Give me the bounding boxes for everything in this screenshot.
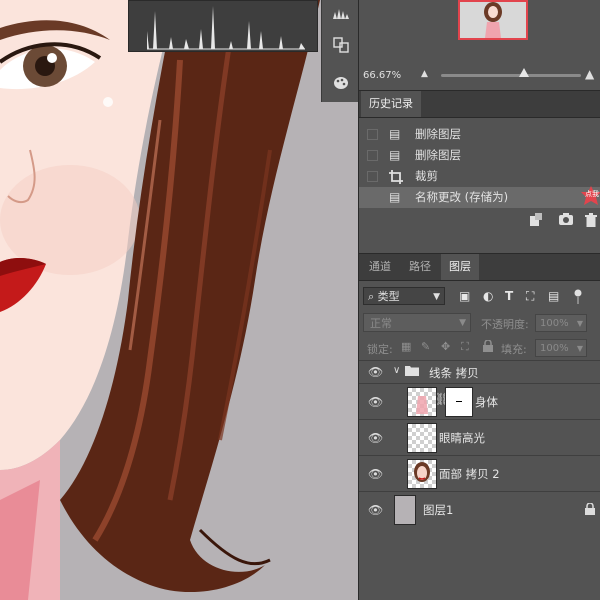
eye-icon[interactable]: 👁 (368, 365, 383, 379)
history-footer (359, 210, 600, 232)
layers-filter-bar: ⌕ 类型 ▼ ▣ ◐ T ⛶ ▤ (359, 283, 600, 309)
eye-icon[interactable]: 👁 (368, 467, 383, 481)
layer-name[interactable]: 图层1 (423, 502, 453, 518)
palette-icon[interactable] (328, 70, 354, 96)
layers-tabbar: 通道 路径 图层 (359, 253, 600, 281)
lock-artboard-icon[interactable]: ⛶ (461, 340, 469, 354)
camera-icon[interactable] (559, 213, 573, 228)
illustration-artwork (0, 0, 320, 600)
layer-name[interactable]: 眼睛高光 (439, 430, 485, 446)
histogram-panel (128, 0, 318, 52)
layer-row[interactable]: 👁 面部 拷贝 2 (359, 455, 600, 492)
blend-mode-select[interactable]: 正常 ▼ (363, 313, 471, 332)
fill-input[interactable]: 100% ▼ (535, 339, 587, 357)
layer-row-masked[interactable]: 👁 ⛓ 身体 (359, 383, 600, 420)
history-checkbox[interactable] (367, 129, 378, 140)
lock-all-icon[interactable] (483, 339, 493, 355)
eye-icon[interactable]: 👁 (368, 503, 383, 517)
layer-thumbnail[interactable] (394, 495, 416, 525)
lock-icon (585, 502, 595, 518)
chevron-down-icon: ▼ (576, 344, 583, 353)
layer-row[interactable]: 👁 眼睛高光 (359, 419, 600, 456)
chevron-down-icon: ▼ (576, 319, 583, 328)
trash-icon[interactable] (585, 213, 597, 230)
layer-thumbnail[interactable] (407, 387, 437, 417)
lock-fill-row: 锁定: ▦ ✎ ✥ ⛶ 填充: 100% ▼ (359, 337, 600, 359)
history-item-selected[interactable]: ▤ 名称更改 (存储为) (359, 187, 600, 208)
layer-name[interactable]: 身体 (475, 394, 498, 410)
folder-icon (405, 365, 419, 379)
eye-icon[interactable]: 👁 (368, 431, 383, 445)
tab-paths[interactable]: 路径 (401, 254, 439, 280)
layer-name[interactable]: 面部 拷贝 2 (439, 466, 500, 482)
layer-name[interactable]: 线条 拷贝 (429, 365, 479, 381)
filter-type-icon[interactable]: T (505, 289, 513, 303)
tab-layers[interactable]: 图层 (441, 254, 479, 280)
lock-paint-icon[interactable]: ✎ (421, 340, 430, 353)
navigator-preview[interactable] (458, 0, 528, 40)
chevron-down-icon[interactable]: ∨ (393, 365, 400, 376)
new-document-from-state-icon[interactable] (529, 213, 543, 230)
red-star-badge: 点我 (581, 186, 600, 206)
history-checkbox[interactable] (367, 150, 378, 161)
tab-history[interactable]: 历史记录 (361, 91, 421, 117)
badge-text: 点我 (585, 190, 599, 198)
histogram-graph (147, 6, 305, 50)
histogram-icon[interactable] (328, 0, 354, 26)
fill-label: 填充: (501, 343, 527, 356)
clone-source-icon[interactable] (328, 32, 354, 58)
zoom-out-icon[interactable]: ▲ (421, 69, 428, 79)
history-checkbox[interactable] (367, 192, 378, 203)
chevron-down-icon: ▼ (433, 292, 440, 302)
layer-thumbnail[interactable] (407, 459, 437, 489)
document-icon: ▤ (389, 127, 401, 141)
filter-toggle-icon[interactable] (573, 289, 583, 308)
document-icon: ▤ (389, 190, 401, 204)
chevron-down-icon: ▼ (459, 318, 466, 328)
filter-adjustment-icon[interactable]: ◐ (483, 289, 493, 303)
opacity-label: 不透明度: (481, 318, 529, 331)
layer-filter-select[interactable]: ⌕ 类型 ▼ (363, 287, 445, 305)
zoom-level[interactable]: 66.67% (363, 70, 401, 81)
layer-mask-thumbnail[interactable] (445, 387, 473, 417)
lock-position-icon[interactable]: ✥ (441, 340, 450, 353)
blend-opacity-row: 正常 ▼ 不透明度: 100% ▼ (359, 311, 600, 335)
tab-channels[interactable]: 通道 (361, 254, 399, 280)
history-item[interactable]: ▤ 删除图层 (359, 145, 600, 166)
eye-icon[interactable]: 👁 (368, 395, 383, 409)
document-canvas[interactable] (0, 0, 358, 600)
history-tabbar: 历史记录 (359, 90, 600, 118)
layer-row-locked[interactable]: 👁 图层1 (359, 491, 600, 528)
layer-row-group[interactable]: 👁 ∨ 线条 拷贝 (359, 360, 600, 383)
history-checkbox[interactable] (367, 171, 378, 182)
search-icon: ⌕ (368, 290, 375, 303)
lock-label: 锁定: (367, 343, 393, 356)
zoom-slider-knob[interactable] (518, 68, 529, 77)
panel-tool-strip (321, 0, 358, 102)
document-icon: ▤ (389, 148, 401, 162)
navigator-panel (359, 0, 600, 66)
filter-pixel-icon[interactable]: ▣ (459, 289, 470, 303)
history-item[interactable]: 裁剪 (359, 166, 600, 187)
layer-thumbnail[interactable] (407, 423, 437, 453)
lock-transparent-icon[interactable]: ▦ (401, 340, 411, 353)
opacity-input[interactable]: 100% ▼ (535, 314, 587, 332)
zoom-in-icon[interactable]: ▲ (585, 67, 594, 81)
filter-smart-object-icon[interactable]: ▤ (548, 289, 559, 303)
zoom-slider[interactable] (441, 74, 581, 77)
right-panel-dock: 66.67% ▲ ▲ 历史记录 ▤ 删除图层 ▤ 删除图层 裁剪 ▤ 名称更改 … (358, 0, 600, 600)
history-item[interactable]: ▤ 删除图层 (359, 124, 600, 145)
filter-shape-icon[interactable]: ⛶ (526, 289, 534, 304)
